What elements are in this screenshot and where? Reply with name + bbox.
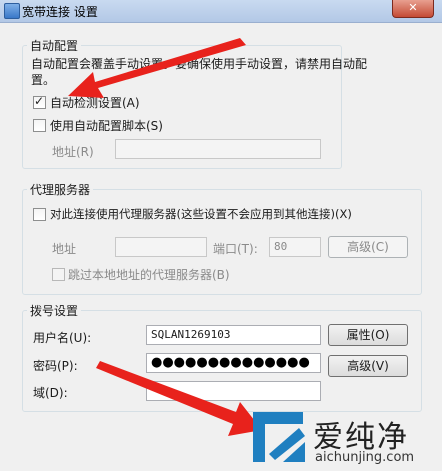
domain-input[interactable]	[146, 381, 321, 401]
auto-config-description: 自动配置会覆盖手动设置。要确保使用手动设置，请禁用自动配置。	[31, 57, 368, 87]
use-script-label[interactable]: 使用自动配置脚本(S)	[50, 117, 163, 134]
username-label: 用户名(U):	[33, 331, 92, 345]
auto-detect-checkbox[interactable]	[33, 94, 46, 109]
watermark-url: aichunjing.com	[315, 450, 415, 465]
port-input[interactable]: 80	[269, 237, 321, 257]
dialup-advanced-button[interactable]: 高级(V)	[328, 355, 408, 377]
use-script-checkbox[interactable]	[33, 119, 46, 132]
password-input[interactable]: ●●●●●●●●●●●●●●	[146, 353, 321, 373]
proxy-advanced-button[interactable]: 高级(C)	[328, 236, 408, 258]
proxy-address-input[interactable]	[115, 237, 207, 257]
auto-config-legend: 自动配置	[27, 37, 82, 54]
window-title: 宽带连接 设置	[22, 5, 98, 19]
bypass-local-label[interactable]: 跳过本地地址的代理服务器(B)	[68, 266, 230, 283]
bypass-local-checkbox[interactable]	[52, 268, 65, 281]
domain-label: 域(D):	[33, 386, 68, 400]
properties-button[interactable]: 属性(O)	[328, 324, 408, 346]
port-label: 端口(T):	[213, 242, 258, 256]
app-icon	[4, 3, 20, 19]
proxy-address-label: 地址	[52, 242, 77, 256]
use-proxy-checkbox[interactable]	[33, 208, 46, 221]
watermark-logo: 爱纯净 aichunjing.com	[247, 410, 437, 468]
auto-detect-label[interactable]: 自动检测设置(A)	[50, 94, 140, 111]
username-input[interactable]: SQLAN1269103	[146, 325, 321, 345]
logo-mark-icon	[253, 412, 305, 462]
dialup-legend: 拨号设置	[27, 302, 82, 319]
use-proxy-label[interactable]: 对此连接使用代理服务器(这些设置不会应用到其他连接)(X)	[50, 206, 352, 222]
script-address-label: 地址(R)	[52, 145, 94, 159]
password-label: 密码(P):	[33, 359, 78, 373]
script-address-input[interactable]	[115, 139, 321, 159]
title-bar: 宽带连接 设置 ✕	[0, 0, 442, 23]
proxy-legend: 代理服务器	[27, 181, 94, 198]
close-button[interactable]: ✕	[392, 0, 434, 18]
